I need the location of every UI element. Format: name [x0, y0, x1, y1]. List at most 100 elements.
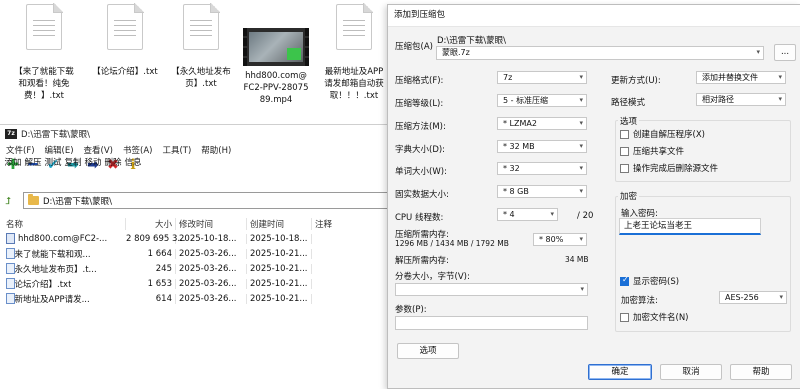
parameters-input[interactable]	[395, 316, 588, 330]
options-button[interactable]: 选项	[397, 343, 459, 359]
format-value: 7z	[503, 73, 513, 82]
chevron-down-icon: ▾	[778, 73, 782, 81]
col-header-comment[interactable]: 注释	[312, 218, 372, 230]
toolbar-button-0[interactable]: ✚ 添加	[3, 157, 23, 189]
help-button[interactable]: 帮助	[730, 364, 792, 380]
method-select[interactable]: * LZMA2 ▾	[497, 117, 587, 130]
table-row[interactable]: 最新地址及APP请发... 614 2025-03-26... 2025-10-21.…	[0, 291, 392, 306]
create-sfx-checkbox[interactable]: 创建自解压程序(X)	[620, 128, 705, 140]
archive-directory: D:\迅雷下载\蒙眼\	[437, 36, 507, 46]
encryption-method-select[interactable]: AES-256 ▾	[719, 291, 787, 304]
password-input[interactable]: 上老王论坛当老王	[619, 218, 761, 235]
toolbar-button-1[interactable]: ━ 解压	[23, 157, 43, 189]
memory-usage-select[interactable]: * 80% ▾	[533, 233, 587, 246]
menu-view[interactable]: 查看(V)	[84, 144, 113, 156]
chevron-down-icon: ▾	[579, 142, 583, 150]
method-value: * LZMA2	[503, 119, 537, 128]
update-mode-value: 添加并替换文件	[702, 73, 758, 82]
table-row[interactable]: 【永久地址发布页】.t... 245 2025-03-26... 2025-10-21…	[0, 261, 392, 276]
encrypt-names-checkbox[interactable]: 加密文件名(N)	[620, 311, 689, 323]
solid-size-label: 固实数据大小:	[395, 190, 449, 200]
table-row[interactable]: 【来了就能下载和观... 1 664 2025-03-26... 2025-10-21…	[0, 246, 392, 261]
menu-tools[interactable]: 工具(T)	[162, 144, 191, 156]
path-mode-label: 路径模式	[611, 98, 646, 108]
desktop-file-label: hhd800.com@FC2-PPV-2807589.mp4	[243, 71, 309, 105]
split-volume-label: 分卷大小，字节(V):	[395, 272, 470, 282]
up-folder-icon[interactable]: ⮥	[0, 196, 16, 207]
desktop-file-video[interactable]: hhd800.com@FC2-PPV-2807589.mp4	[243, 0, 309, 106]
options-group-title: 选项	[618, 115, 640, 127]
toolbar-button-4[interactable]: ➡ 移动	[83, 157, 103, 189]
menu-file[interactable]: 文件(F)	[6, 144, 35, 156]
path-text: D:\迅雷下载\蒙眼\	[43, 196, 113, 207]
cell-modified: 2025-03-26...	[176, 278, 247, 289]
chevron-down-icon: ▾	[579, 187, 583, 195]
compress-shared-checkbox[interactable]: 压缩共享文件	[620, 145, 684, 157]
col-header-modified[interactable]: 修改时间	[176, 218, 247, 230]
word-size-select[interactable]: * 32 ▾	[497, 162, 587, 175]
format-label: 压缩格式(F):	[395, 76, 444, 86]
checkbox-box-checked	[620, 275, 629, 286]
cancel-button[interactable]: 取消	[660, 364, 722, 380]
split-volume-combo[interactable]: ▾	[395, 283, 588, 296]
delete-after-label: 操作完成后删除源文件	[633, 164, 719, 174]
compress-shared-label: 压缩共享文件	[633, 147, 685, 157]
col-header-name[interactable]: 名称	[0, 218, 126, 230]
text-file-icon	[107, 3, 144, 50]
menu-bookmarks[interactable]: 书签(A)	[123, 144, 152, 156]
menu-bar: 文件(F) 编辑(E) 查看(V) 书签(A) 工具(T) 帮助(H)	[0, 142, 392, 157]
path-mode-value: 相对路径	[702, 95, 734, 104]
level-value: 5 - 标准压缩	[503, 96, 549, 105]
toolbar-button-2[interactable]: ✔ 测试	[43, 157, 63, 189]
col-header-size[interactable]: 大小	[126, 218, 176, 230]
text-file-icon	[6, 263, 15, 274]
memory-decompress-value: 34 MB	[565, 255, 589, 264]
desktop-file-txt-1[interactable]: 【来了就能下载和观看！纯免费！】.txt	[11, 0, 77, 102]
menu-edit[interactable]: 编辑(E)	[45, 144, 74, 156]
file-manager-window: 7z D:\迅雷下载\蒙眼\ 文件(F) 编辑(E) 查看(V) 书签(A) 工…	[0, 124, 392, 389]
toolbar-button-6[interactable]: ℹ 信息	[123, 157, 143, 189]
table-row[interactable]: 【论坛介绍】.txt 1 653 2025-03-26... 2025-10-21..…	[0, 276, 392, 291]
archive-name-combo[interactable]: 蒙眼.7z ▾	[436, 46, 764, 60]
desktop-file-txt-4[interactable]: 最新地址及APP请发邮箱自动获取！！！.txt	[321, 0, 387, 102]
7zip-app-icon: 7z	[5, 128, 17, 139]
file-list: 名称 大小 修改时间 创建时间 注释 hhd800.com@FC2-... 2 8…	[0, 217, 392, 306]
cell-size: 2 809 695 3...	[126, 233, 186, 244]
table-row[interactable]: hhd800.com@FC2-... 2 809 695 3... 2025-10-…	[0, 231, 392, 246]
file-name: hhd800.com@FC2-...	[18, 233, 108, 244]
browse-button[interactable]: ...	[774, 44, 796, 61]
delete-after-checkbox[interactable]: 操作完成后删除源文件	[620, 162, 718, 174]
checkbox-box	[620, 129, 629, 139]
cell-size: 1 664	[126, 248, 176, 259]
format-select[interactable]: 7z ▾	[497, 71, 587, 84]
solid-size-select[interactable]: * 8 GB ▾	[497, 185, 587, 198]
desktop-file-label: 【永久地址发布页】.txt	[171, 67, 231, 89]
file-name: 【来了就能下载和观...	[6, 249, 91, 260]
chevron-down-icon: ▾	[579, 73, 583, 81]
dictionary-select[interactable]: * 32 MB ▾	[497, 140, 587, 153]
path-input[interactable]: D:\迅雷下载\蒙眼\	[23, 192, 392, 209]
dictionary-value: * 32 MB	[503, 142, 535, 151]
cell-size: 614	[126, 293, 176, 304]
menu-help[interactable]: 帮助(H)	[201, 144, 231, 156]
show-password-label: 显示密码(S)	[633, 277, 680, 287]
toolbar-button-5[interactable]: ✖ 删除	[103, 157, 123, 189]
ok-button[interactable]: 确定	[588, 364, 652, 380]
checkbox-box	[620, 146, 629, 156]
toolbar-button-3[interactable]: ➡ 复制	[63, 157, 83, 189]
col-header-created[interactable]: 创建时间	[247, 218, 312, 230]
cell-size: 245	[126, 263, 176, 274]
cell-modified: 2025-03-26...	[176, 293, 247, 304]
method-label: 压缩方法(M):	[395, 122, 446, 132]
level-select[interactable]: 5 - 标准压缩 ▾	[497, 94, 587, 107]
create-sfx-label: 创建自解压程序(X)	[633, 130, 705, 140]
update-mode-select[interactable]: 添加并替换文件 ▾	[696, 71, 786, 84]
chevron-down-icon: ▾	[550, 210, 554, 218]
desktop-file-txt-3[interactable]: 【永久地址发布页】.txt	[168, 0, 234, 90]
memory-usage-value: * 80%	[539, 235, 564, 244]
dialog-title: 添加到压缩包	[388, 5, 800, 27]
path-mode-select[interactable]: 相对路径 ▾	[696, 93, 786, 106]
cpu-threads-select[interactable]: * 4 ▾	[497, 208, 558, 221]
desktop-file-txt-2[interactable]: 【论坛介绍】.txt	[92, 0, 158, 78]
show-password-checkbox[interactable]: 显示密码(S)	[620, 275, 679, 287]
